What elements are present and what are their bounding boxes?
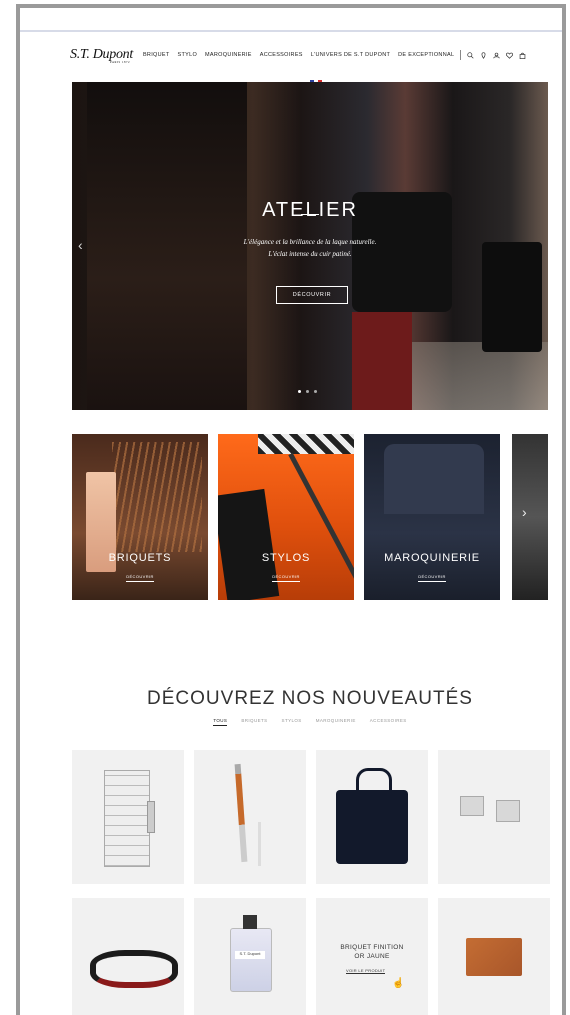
tab-accessoires[interactable]: ACCESSOIRES [370,718,407,726]
nav-separator [460,50,462,60]
pattern-image [258,434,354,454]
news-section-title: DÉCOUVREZ NOS NOUVEAUTÉS [147,687,473,709]
nav-item-exceptionnal[interactable]: DE EXCEPTIONNAL [398,52,454,58]
cufflink-image [496,800,520,822]
category-card-stylos[interactable]: STYLOS DÉCOUVRIR [218,434,354,600]
nav-item-maroquinerie[interactable]: MAROQUINERIE [205,52,252,58]
bag-handle [356,768,392,795]
product-card-belt[interactable] [72,898,184,1015]
logo-subtext: PARIS 1872 [110,60,130,64]
category-card-briquets[interactable]: BRIQUETS DÉCOUVRIR [72,434,208,600]
header-icons [467,51,526,59]
category-card-maroquinerie[interactable]: MAROQUINERIE DÉCOUVRIR [364,434,500,600]
category-discover-link[interactable]: DÉCOUVRIR [72,574,208,579]
bag-icon[interactable] [519,52,526,59]
pen-product-image [234,763,248,863]
hero-divider [301,214,319,215]
nav-item-accessoires[interactable]: ACCESSOIRES [260,52,303,58]
hero-bg-panel [87,82,250,410]
bag-image [384,444,484,514]
promo-title-line-2: OR JAUNE [354,953,390,960]
tab-briquets[interactable]: BRIQUETS [241,718,267,726]
lighter-cap [147,801,155,833]
carousel-dot-1[interactable] [298,390,301,393]
account-icon[interactable] [493,52,500,59]
search-icon[interactable] [467,51,474,59]
product-card-lighter[interactable] [72,750,184,884]
news-tabs: TOUS BRIQUETS STYLOS MAROQUINERIE ACCESS… [72,718,548,726]
hero-banner[interactable]: ‹ ATELIER L'élégance et la brillance de … [72,82,548,410]
carousel-dots [298,390,317,393]
link-underline [418,581,446,582]
hero-title: ATELIER [262,199,358,222]
wallet-product-image [466,938,522,976]
category-label: BRIQUETS [108,552,172,564]
promo-title-line-1: BRIQUET FINITION [340,944,404,951]
hero-line-2: L'éclat intense du cuir patiné. [268,250,352,258]
product-card-promo[interactable]: BRIQUET FINITION OR JAUNE VOIR LE PRODUI… [316,898,428,1015]
promo-view-product-link[interactable]: VOIR LE PRODUIT [346,968,386,974]
link-underline [126,581,154,582]
wishlist-icon[interactable] [506,52,514,59]
tab-stylos[interactable]: STYLOS [282,718,302,726]
product-card-cufflinks[interactable] [438,750,550,884]
bag-product-image [336,768,408,864]
perfume-product-image: S.T. Dupont [230,915,272,992]
nav-item-univers[interactable]: L'UNIVERS DE S.T DUPONT [311,52,390,58]
coil-image [112,442,202,552]
tab-tous[interactable]: TOUS [213,718,228,726]
link-underline [272,581,300,582]
perfume-label: S.T. Dupont [235,951,265,959]
category-label: STYLOS [261,552,311,564]
notebook-image [218,488,280,600]
location-icon[interactable] [480,51,487,59]
cufflink-image [460,796,484,816]
lighter-product-image [104,770,155,867]
promo-title: BRIQUET FINITION OR JAUNE [316,943,428,961]
carousel-dot-2[interactable] [306,390,309,393]
category-carousel: BRIQUETS DÉCOUVRIR STYLOS DÉCOUVRIR MARO… [72,434,548,600]
category-label: MAROQUINERIE [384,552,480,564]
belt-product-image [90,950,178,988]
main-nav: BRIQUET STYLO MAROQUINERIE ACCESSOIRES L… [143,52,454,58]
browser-frame: S.T. Dupont PARIS 1872 BRIQUET STYLO MAR… [16,4,566,1015]
tab-maroquinerie[interactable]: MAROQUINERIE [316,718,356,726]
product-card-perfume[interactable]: S.T. Dupont [194,898,306,1015]
hero-bg-floor [402,342,548,410]
category-discover-link[interactable]: DÉCOUVRIR [218,574,354,579]
nav-item-stylo[interactable]: STYLO [178,52,198,58]
site-header: S.T. Dupont PARIS 1872 BRIQUET STYLO MAR… [70,44,560,66]
hero-briefcase-image [482,242,542,352]
nav-item-briquet[interactable]: BRIQUET [143,52,170,58]
hand-cursor-icon: ☝ [392,978,405,989]
perfume-cap [243,915,257,929]
category-card-next-peek[interactable]: › [512,434,548,600]
top-divider [20,30,562,32]
hero-discover-button[interactable]: DÉCOUVRIR [276,286,348,304]
refill-product-image [258,822,261,866]
brand-logo[interactable]: S.T. Dupont PARIS 1872 [70,47,133,64]
hero-line-1: L'élégance et la brillance de la laque n… [243,238,377,246]
category-discover-link[interactable]: DÉCOUVRIR [364,574,500,579]
product-card-pen[interactable] [194,750,306,884]
product-card-bag[interactable] [316,750,428,884]
product-card-wallet[interactable] [438,898,550,1015]
carousel-dot-3[interactable] [314,390,317,393]
chevron-right-icon[interactable]: › [522,504,527,520]
hero-bg-legs [352,312,412,410]
